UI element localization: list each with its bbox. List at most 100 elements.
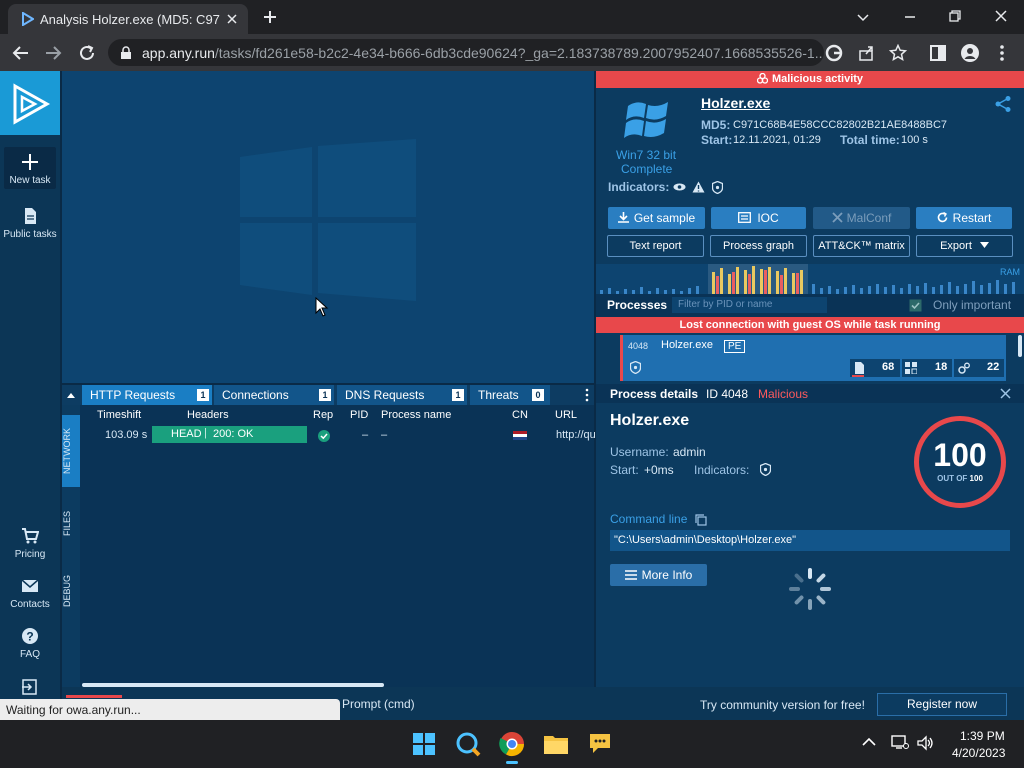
only-important-checkbox[interactable] (909, 299, 922, 312)
network-status-icon[interactable] (891, 734, 909, 750)
copy-icon[interactable] (695, 514, 707, 526)
browser-tab-bar: Analysis Holzer.exe (MD5: C971C (0, 0, 1024, 34)
google-icon[interactable] (825, 44, 843, 62)
shield-indicator-icon[interactable] (712, 181, 723, 194)
activity-graph[interactable] (596, 264, 1024, 294)
browser-tab[interactable]: Analysis Holzer.exe (MD5: C971C (8, 4, 248, 34)
close-details-icon[interactable] (1000, 388, 1011, 399)
bookmark-star-icon[interactable] (889, 44, 907, 62)
sidebar-item-pricing[interactable]: Pricing (0, 527, 60, 560)
back-icon[interactable] (12, 44, 30, 62)
col-process-name[interactable]: Process name (381, 409, 451, 421)
clock-date[interactable]: 4/20/2023 (952, 746, 1005, 760)
close-window-icon[interactable] (994, 9, 1008, 23)
restore-icon[interactable] (948, 9, 962, 23)
download-icon (617, 212, 629, 223)
tab-count: 1 (197, 389, 209, 401)
register-now-button[interactable]: Register now (877, 693, 1007, 716)
sidebar-item-new-task[interactable]: New task (4, 147, 56, 189)
sidebar-item-faq[interactable]: ? FAQ (0, 627, 60, 660)
warning-indicator-icon[interactable] (692, 181, 705, 193)
new-tab-icon[interactable] (262, 9, 278, 25)
col-headers[interactable]: Headers (187, 409, 229, 421)
share-icon[interactable] (858, 44, 876, 62)
process-details-label: Process details (610, 387, 699, 401)
side-panel-icon[interactable] (929, 44, 947, 62)
col-url[interactable]: URL (555, 409, 577, 421)
command-line-field[interactable]: "C:\Users\admin\Desktop\Holzer.exe" (610, 530, 1010, 551)
start-value: 12.11.2021, 01:29 (733, 134, 821, 146)
only-important-label: Only important (933, 298, 1012, 312)
process-filter-input[interactable]: Filter by PID or name (672, 297, 827, 313)
tab-search-icon[interactable] (856, 10, 870, 24)
forward-icon[interactable] (44, 44, 62, 62)
threat-score-ring: 100 OUT OF 100 (914, 416, 1006, 508)
malicious-banner: Malicious activity (596, 71, 1024, 88)
score-max: 100 (969, 474, 983, 483)
process-details-id: ID 4048 (706, 387, 749, 401)
files-count[interactable]: 68 (850, 359, 900, 377)
profile-icon[interactable] (960, 43, 980, 63)
file-name[interactable]: Holzer.exe (701, 95, 770, 111)
headers-badge[interactable]: HEAD | 200: OK (152, 426, 307, 443)
process-row[interactable]: 4048 Holzer.exe PE 68 18 22 (620, 335, 1006, 381)
minimize-icon[interactable] (903, 10, 917, 24)
vtab-files[interactable]: FILES (62, 495, 80, 551)
vm-screen[interactable] (62, 71, 594, 383)
process-details-header: Process details ID 4048 Malicious (596, 384, 1024, 403)
tab-dns-requests[interactable]: DNS Requests 1 (337, 385, 467, 405)
export-button[interactable]: Export (916, 235, 1013, 257)
attck-matrix-button[interactable]: ATT&CK™ matrix (813, 235, 910, 257)
windows-start-icon[interactable] (408, 728, 440, 760)
malconf-button[interactable]: MalConf (813, 207, 910, 229)
feedback-hub-icon[interactable] (584, 728, 616, 760)
pe-badge: PE (724, 340, 746, 353)
modules-count[interactable]: 22 (954, 359, 1004, 377)
row-status: 200: OK (213, 428, 254, 440)
command-line-label: Command line (610, 512, 688, 526)
tab-connections[interactable]: Connections 1 (214, 385, 334, 405)
share-network-icon[interactable] (994, 95, 1012, 113)
file-explorer-icon[interactable] (540, 728, 572, 760)
registry-count[interactable]: 18 (902, 359, 952, 377)
col-cn[interactable]: CN (512, 409, 528, 421)
text-report-button[interactable]: Text report (607, 235, 704, 257)
sidebar-item-contacts[interactable]: Contacts (0, 577, 60, 610)
reload-icon[interactable] (78, 44, 96, 62)
get-sample-button[interactable]: Get sample (608, 207, 705, 229)
list-icon (624, 570, 637, 580)
button-label: Export (940, 240, 972, 252)
process-graph-button[interactable]: Process graph (710, 235, 807, 257)
restart-button[interactable]: Restart (916, 207, 1012, 229)
ioc-button[interactable]: IOC (711, 207, 806, 229)
details-shield-icon[interactable] (760, 463, 771, 476)
chrome-icon[interactable] (496, 728, 528, 760)
malicious-label: Malicious activity (771, 73, 864, 85)
clock-time[interactable]: 1:39 PM (960, 729, 1005, 743)
tab-close-icon[interactable] (226, 13, 238, 25)
panel-menu-dots-icon[interactable] (584, 388, 590, 402)
tab-threats[interactable]: Threats 0 (470, 385, 550, 405)
vtab-network[interactable]: NETWORK (62, 415, 80, 487)
col-rep[interactable]: Rep (313, 409, 333, 421)
sidebar-item-public-tasks[interactable]: Public tasks (0, 207, 60, 240)
process-list-scrollbar[interactable] (1018, 335, 1022, 357)
eye-indicator-icon[interactable] (673, 182, 686, 192)
search-app-icon[interactable] (452, 728, 484, 760)
col-pid[interactable]: PID (350, 409, 368, 421)
tab-count: 1 (452, 389, 464, 401)
tab-http-requests[interactable]: HTTP Requests 1 (82, 385, 212, 405)
menu-dots-icon[interactable] (997, 44, 1007, 62)
logout-icon[interactable] (21, 678, 39, 696)
username-value: admin (673, 445, 706, 459)
app-sidebar: New task Public tasks Pricing Contacts ?… (0, 71, 60, 720)
more-info-button[interactable]: More Info (610, 564, 707, 586)
button-label: Restart (952, 211, 992, 225)
volume-icon[interactable] (916, 735, 934, 751)
col-timeshift[interactable]: Timeshift (97, 409, 141, 421)
anyrun-logo[interactable] (0, 71, 60, 135)
show-hidden-icons-icon[interactable] (862, 737, 876, 747)
vtab-debug[interactable]: DEBUG (62, 563, 80, 619)
url-field[interactable]: app.any.run/tasks/fd261e58-b2c2-4e34-b66… (108, 39, 824, 66)
collapse-up-icon[interactable] (66, 391, 76, 399)
